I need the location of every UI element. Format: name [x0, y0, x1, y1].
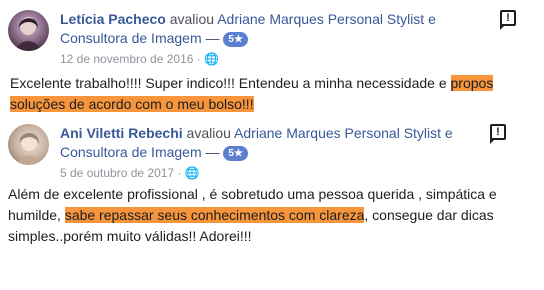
date-separator: · [174, 166, 185, 180]
review-date-text[interactable]: 12 de novembro de 2016 [60, 52, 193, 66]
rating-badge: 5★ [223, 146, 248, 161]
date-separator: · [193, 52, 205, 66]
globe-icon: 🌐 [204, 52, 220, 66]
author-name[interactable]: Ani Viletti Rebechi [60, 125, 183, 141]
separator: — [201, 144, 224, 160]
rating-badge: 5★ [223, 32, 248, 47]
globe-icon: 🌐 [184, 166, 200, 180]
review-header: Letícia Pacheco avaliou Adriane Marques … [60, 10, 480, 48]
review-date-text[interactable]: 5 de outubro de 2017 [60, 166, 174, 180]
page-name-link-cont[interactable]: Consultora de Imagem [60, 30, 202, 46]
author-name[interactable]: Letícia Pacheco [60, 11, 166, 27]
review-date[interactable]: 12 de novembro de 2016 · 🌐 [60, 52, 219, 66]
review-text: Além de excelente profissional , é sobre… [8, 184, 533, 247]
review-header: Ani Viletti Rebechi avaliou Adriane Marq… [60, 124, 480, 162]
page-name-link-cont[interactable]: Consultora de Imagem [60, 144, 202, 160]
avatar[interactable] [8, 10, 49, 51]
review-text: Excelente trabalho!!!! Super indico!!! E… [10, 73, 535, 115]
review-text-highlight: sabe repassar seus conhecimentos com cla… [64, 207, 365, 223]
separator: — [201, 30, 224, 46]
review-action-text: avaliou [182, 125, 235, 141]
page-name-link[interactable]: Adriane Marques Personal Stylist e [234, 125, 453, 141]
review-date[interactable]: 5 de outubro de 2017 · 🌐 [60, 166, 200, 180]
review-text-part: Excelente trabalho!!!! Super indico!!! E… [10, 75, 451, 91]
review-action-text: avaliou [165, 11, 218, 27]
report-flag-icon[interactable]: ! [490, 124, 506, 144]
avatar[interactable] [8, 124, 49, 165]
page-name-link[interactable]: Adriane Marques Personal Stylist e [217, 11, 436, 27]
report-flag-icon[interactable]: ! [500, 10, 516, 30]
